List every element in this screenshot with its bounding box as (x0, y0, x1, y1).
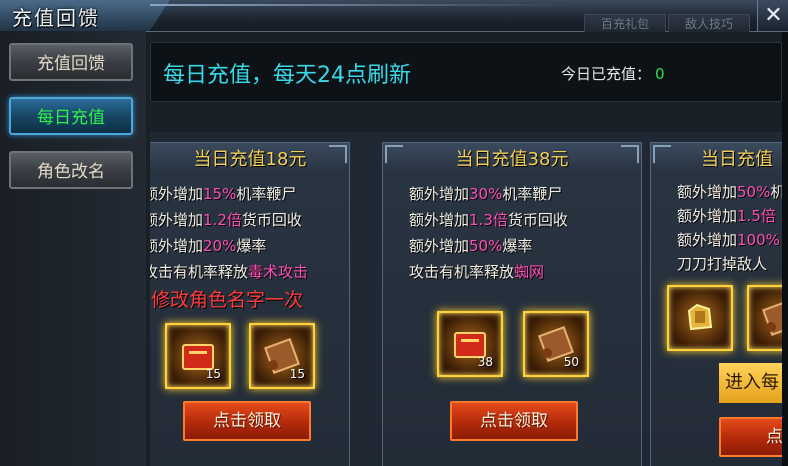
card-benefit: 攻击有机率释放蜘网 (409, 263, 545, 281)
reward-item-slot[interactable]: 15 (249, 323, 315, 389)
card-special-benefit: 修改角色名字一次 (151, 289, 304, 311)
faded-tab-1[interactable]: 百充礼包 (584, 14, 666, 32)
reward-item-slot[interactable]: 38 (437, 311, 503, 377)
close-button[interactable]: ✕ (757, 0, 788, 31)
item-count: 38 (477, 355, 493, 369)
enter-banner[interactable]: 进入每 (719, 363, 782, 403)
reward-cards-strip: 当日充值18元 额外增加15%机率鞭尸 额外增加1.2倍货币回收 额外增加20%… (150, 132, 782, 466)
card-title: 当日充值 (701, 149, 773, 170)
card-corner-ornament (653, 145, 671, 163)
card-benefit: 额外增加1.5倍 (677, 207, 776, 225)
item-count: 15 (205, 367, 221, 381)
reward-item-slot[interactable] (667, 285, 733, 351)
card-title: 当日充值38元 (455, 149, 569, 170)
card-corner-ornament (621, 145, 639, 163)
card-benefit: 额外增加50%机 (677, 183, 782, 201)
card-benefit: 额外增加20%爆率 (150, 237, 267, 255)
header-title: 每日充值，每天24点刷新 (163, 63, 411, 88)
sidebar-item-rename-character[interactable]: 角色改名 (9, 151, 133, 189)
today-recharged: 今日已充值： 0 (561, 63, 665, 84)
faded-tab-2[interactable]: 敌人技巧 (668, 14, 750, 32)
today-recharged-value: 0 (655, 65, 665, 83)
sidebar-item-recharge-feedback[interactable]: 充值回馈 (9, 43, 133, 81)
claim-button-next[interactable]: 点击 (719, 417, 782, 457)
today-recharged-label: 今日已充值： (561, 65, 652, 83)
scroll-icon (762, 300, 782, 336)
card-benefit: 刀刀打掉敌人 (677, 255, 768, 273)
reward-card-18: 当日充值18元 额外增加15%机率鞭尸 额外增加1.2倍货币回收 额外增加20%… (150, 142, 350, 466)
card-benefit: 额外增加15%机率鞭尸 (150, 185, 297, 203)
reward-card-38: 当日充值38元 额外增加30%机率鞭尸 额外增加1.3倍货币回收 额外增加50%… (382, 142, 642, 466)
item-count: 50 (563, 355, 579, 369)
window-title: 充值回馈 (12, 6, 100, 30)
title-decoration (150, 4, 570, 6)
card-benefit: 额外增加1.3倍货币回收 (409, 211, 568, 229)
game-window: 充值回馈 百充礼包 敌人技巧 ✕ 充值回馈 每日充值 角色改名 每日充值，每天2… (0, 0, 788, 466)
reward-item-slot[interactable]: 15 (165, 323, 231, 389)
card-corner-ornament (385, 145, 403, 163)
golden-gauntlet-icon (687, 303, 713, 331)
scrollbar[interactable] (782, 32, 788, 466)
title-bar: 充值回馈 百充礼包 敌人技巧 ✕ (0, 0, 788, 32)
claim-button-18[interactable]: 点击领取 (183, 401, 311, 441)
card-benefit: 额外增加30%机率鞭尸 (409, 185, 563, 203)
item-count: 15 (289, 367, 305, 381)
reward-item-slot[interactable]: 50 (523, 311, 589, 377)
sidebar-item-daily-recharge[interactable]: 每日充值 (9, 97, 133, 135)
daily-recharge-header: 每日充值，每天24点刷新 今日已充值： 0 (150, 42, 782, 102)
claim-button-38[interactable]: 点击领取 (450, 401, 578, 441)
card-benefit: 额外增加100% (677, 231, 780, 249)
reward-card-next: 当日充值 额外增加50%机 额外增加1.5倍 额外增加100% 刀刀打掉敌人 1… (650, 142, 782, 466)
card-corner-ornament (329, 145, 347, 163)
reward-item-slot[interactable]: 1 (747, 285, 782, 351)
card-benefit: 额外增加1.2倍货币回收 (150, 211, 302, 229)
card-benefit: 额外增加50%爆率 (409, 237, 533, 255)
sidebar: 充值回馈 每日充值 角色改名 (0, 31, 146, 466)
card-benefit: 攻击有机率释放毒术攻击 (150, 263, 309, 281)
